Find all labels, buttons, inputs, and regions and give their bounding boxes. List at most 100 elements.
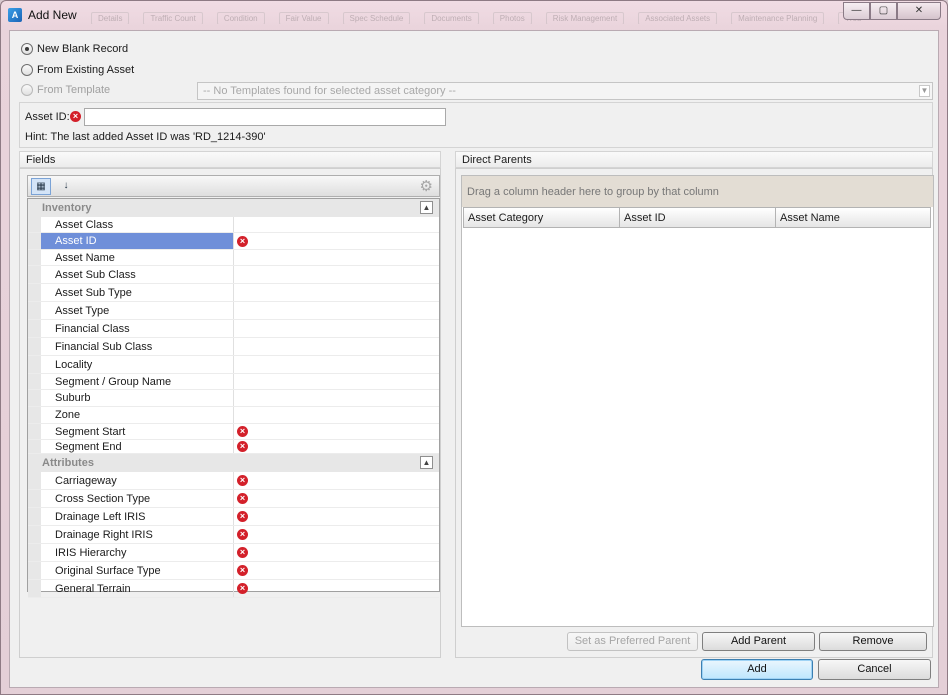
property-value[interactable]: × [235,424,439,439]
property-row[interactable]: Asset Sub Class [28,266,439,284]
category-inventory[interactable]: Inventory ▲ [28,199,439,217]
property-name: Drainage Left IRIS [41,508,234,525]
property-value[interactable] [235,302,439,319]
background-tab: Maintenance Planning [731,12,825,24]
radio-label: From Template [37,84,111,96]
template-select: -- No Templates found for selected asset… [197,82,933,100]
category-attributes[interactable]: Attributes ▲ [28,454,439,472]
radio-button[interactable] [21,64,33,76]
row-gutter [28,562,41,579]
property-value[interactable]: × [235,490,439,507]
property-row[interactable]: Segment End × [28,440,439,454]
row-gutter [28,544,41,561]
property-row[interactable]: Drainage Right IRIS × [28,526,439,544]
add-parent-button[interactable]: Add Parent [702,632,815,651]
property-row[interactable]: Locality [28,356,439,374]
property-value[interactable]: × [235,580,439,597]
alphabetical-sort-icon[interactable]: ↓ [56,178,76,195]
gear-icon[interactable]: ⚙ [420,177,433,195]
radio-button[interactable] [21,43,33,55]
collapse-icon[interactable]: ▲ [420,456,433,469]
property-row[interactable]: Segment / Group Name [28,374,439,390]
remove-button[interactable]: Remove [819,632,927,651]
property-value[interactable] [235,356,439,373]
property-row[interactable]: General Terrain × [28,580,439,598]
row-gutter [28,250,41,265]
property-row[interactable]: Asset Class [28,217,439,233]
property-row[interactable]: Zone [28,407,439,424]
row-gutter [28,284,41,301]
property-row[interactable]: Drainage Left IRIS × [28,508,439,526]
category-label: Attributes [42,457,94,469]
error-icon: × [237,235,248,247]
property-row[interactable]: Asset ID × [28,233,439,250]
asset-id-input[interactable] [84,108,446,126]
cancel-button[interactable]: Cancel [818,659,931,680]
property-value[interactable]: × [235,562,439,579]
property-name: Carriageway [41,472,234,489]
property-value[interactable] [235,250,439,265]
add-new-window: A Add New Details Traffic Count Condition F… [0,0,948,695]
property-name: Original Surface Type [41,562,234,579]
background-tab: Traffic Count [143,12,203,24]
row-gutter [28,356,41,373]
property-name: IRIS Hierarchy [41,544,234,561]
error-icon: × [237,493,248,504]
property-name: General Terrain [41,580,234,597]
property-value[interactable] [235,407,439,423]
set-preferred-parent-button[interactable]: Set as Preferred Parent [567,632,698,651]
property-row[interactable]: Cross Section Type × [28,490,439,508]
property-name: Financial Sub Class [41,338,234,355]
property-name: Drainage Right IRIS [41,526,234,543]
property-value[interactable] [235,217,439,232]
property-value[interactable] [235,266,439,283]
maximize-button[interactable]: ▢ [870,2,897,20]
error-icon: × [237,426,248,437]
property-row[interactable]: Suburb [28,390,439,407]
add-button[interactable]: Add [701,659,813,680]
asset-id-panel: Asset ID: × Hint: The last added Asset I… [19,102,933,148]
row-gutter [28,407,41,423]
property-row[interactable]: Asset Name [28,250,439,266]
property-row[interactable]: Financial Sub Class [28,338,439,356]
property-name: Cross Section Type [41,490,234,507]
property-name: Asset Type [41,302,234,319]
collapse-icon[interactable]: ▲ [420,201,433,214]
column-header-asset-id[interactable]: Asset ID [619,207,775,228]
group-by-panel[interactable]: Drag a column header here to group by th… [462,176,933,207]
property-value[interactable] [235,374,439,389]
property-value[interactable] [235,320,439,337]
property-value[interactable]: × [235,440,439,453]
property-row[interactable]: IRIS Hierarchy × [28,544,439,562]
property-value[interactable]: × [235,508,439,525]
property-value[interactable] [235,338,439,355]
categorized-view-icon[interactable]: ▦ [31,178,51,195]
row-gutter [28,472,41,489]
row-gutter [28,390,41,406]
property-row[interactable]: Financial Class [28,320,439,338]
property-value[interactable]: × [235,544,439,561]
property-value[interactable] [235,390,439,406]
property-row[interactable]: Asset Sub Type [28,284,439,302]
column-header-asset-name[interactable]: Asset Name [775,207,931,228]
close-button[interactable]: ✕ [897,2,941,20]
background-tab: Associated Assets [638,12,718,24]
column-header-asset-category[interactable]: Asset Category [463,207,619,228]
direct-parents-title: Direct Parents [462,154,532,166]
row-gutter [28,217,41,232]
radio-from-existing-asset[interactable]: From Existing Asset [21,62,134,78]
property-value[interactable]: × [235,526,439,543]
property-value[interactable]: × [235,472,439,489]
property-value[interactable]: × [235,233,439,249]
error-icon: × [237,583,248,594]
property-value[interactable] [235,284,439,301]
property-row[interactable]: Asset Type [28,302,439,320]
property-row[interactable]: Carriageway × [28,472,439,490]
property-row[interactable]: Segment Start × [28,424,439,440]
property-row[interactable]: Original Surface Type × [28,562,439,580]
title-bar: A Add New Details Traffic Count Condition F… [1,1,947,29]
radio-new-blank-record[interactable]: New Blank Record [21,41,128,57]
minimize-button[interactable]: — [843,2,870,20]
app-icon: A [8,8,22,22]
error-icon: × [70,111,81,122]
